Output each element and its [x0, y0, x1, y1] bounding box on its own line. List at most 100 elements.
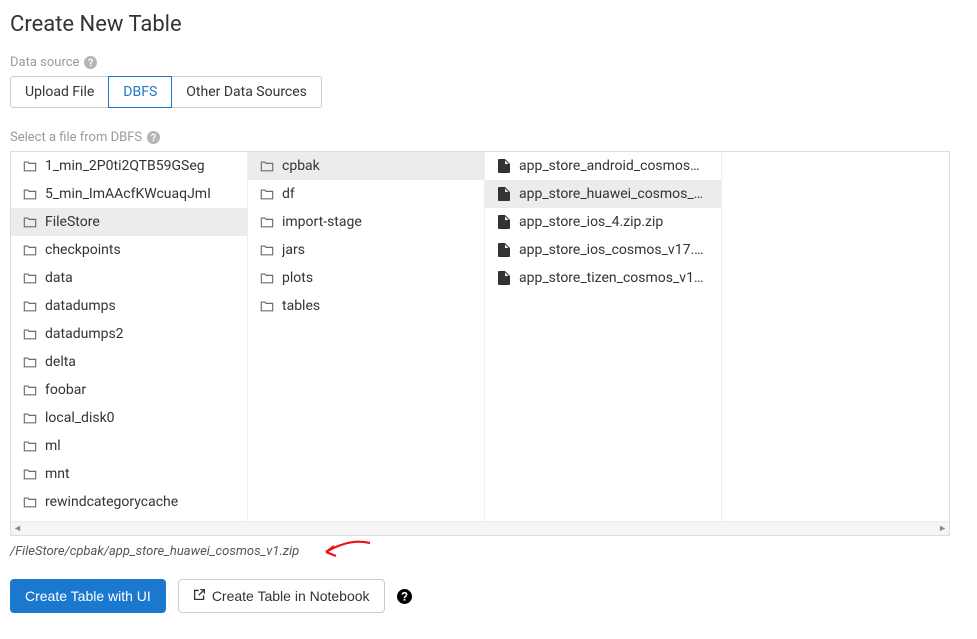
file-icon	[497, 187, 511, 201]
item-name: jars	[282, 242, 305, 258]
folder-icon	[260, 215, 274, 229]
item-name: app_store_android_cosmos…	[519, 158, 700, 174]
folder-icon	[23, 299, 37, 313]
action-row: Create Table with UI Create Table in Not…	[10, 579, 967, 613]
folder-icon	[260, 159, 274, 173]
folder-icon	[260, 243, 274, 257]
item-name: rewindcategorycache	[45, 494, 178, 510]
item-name: local_disk0	[45, 410, 115, 426]
file-item[interactable]: app_store_huawei_cosmos_…	[485, 180, 721, 208]
folder-item[interactable]: cpbak	[248, 152, 484, 180]
file-item[interactable]: app_store_android_cosmos…	[485, 152, 721, 180]
folder-item[interactable]: local_disk0	[11, 404, 247, 432]
file-icon	[497, 159, 511, 173]
folder-item[interactable]: rewindcategorycache	[11, 488, 247, 516]
folder-item[interactable]: mnt	[11, 460, 247, 488]
folder-item[interactable]: datadumps	[11, 292, 247, 320]
folder-icon	[23, 243, 37, 257]
item-name: 1_min_2P0ti2QTB59GSeg	[45, 158, 205, 174]
item-name: data	[45, 270, 73, 286]
dbfs-file-browser: 1_min_2P0ti2QTB59GSeg 5_min_ImAAcfKWcuaqJ…	[10, 151, 950, 536]
item-name: app_store_ios_cosmos_v17.…	[519, 242, 704, 258]
help-icon[interactable]	[397, 588, 413, 604]
scroll-left-icon[interactable]: ◄	[13, 523, 22, 534]
folder-item[interactable]: tables	[248, 292, 484, 320]
browser-column: app_store_android_cosmos… app_store_huawe…	[485, 152, 722, 521]
folder-icon	[260, 271, 274, 285]
folder-icon	[23, 159, 37, 173]
external-link-icon	[193, 588, 206, 604]
file-item[interactable]: app_store_ios_cosmos_v17.…	[485, 236, 721, 264]
help-icon[interactable]	[146, 131, 160, 145]
file-item[interactable]: app_store_tizen_cosmos_v1…	[485, 264, 721, 292]
folder-icon	[23, 383, 37, 397]
item-name: import-stage	[282, 214, 362, 230]
annotation-arrow	[320, 538, 375, 566]
data-source-tabs: Upload FileDBFSOther Data Sources	[10, 76, 967, 108]
folder-icon	[260, 299, 274, 313]
scroll-right-icon[interactable]: ►	[938, 523, 947, 534]
browser-column: 1_min_2P0ti2QTB59GSeg 5_min_ImAAcfKWcuaqJ…	[11, 152, 248, 521]
folder-item[interactable]: FileStore	[11, 208, 247, 236]
data-source-label-row: Data source	[10, 55, 967, 70]
item-name: df	[282, 186, 295, 202]
file-icon	[497, 215, 511, 229]
folder-item[interactable]: plots	[248, 264, 484, 292]
path-text: /FileStore/cpbak/app_store_huawei_cosmos…	[10, 544, 299, 559]
browser-column: cpbak df import-stage jars plots tables	[248, 152, 485, 521]
item-name: app_store_huawei_cosmos_…	[519, 186, 703, 202]
folder-item[interactable]: jars	[248, 236, 484, 264]
folder-icon	[260, 187, 274, 201]
select-file-label: Select a file from DBFS	[10, 130, 142, 145]
folder-item[interactable]: 1_min_2P0ti2QTB59GSeg	[11, 152, 247, 180]
data-source-label: Data source	[10, 55, 79, 70]
folder-item[interactable]: df	[248, 180, 484, 208]
folder-item[interactable]: data	[11, 264, 247, 292]
item-name: delta	[45, 354, 76, 370]
selected-file-path: /FileStore/cpbak/app_store_huawei_cosmos…	[10, 544, 299, 559]
folder-icon	[23, 187, 37, 201]
file-icon	[497, 271, 511, 285]
folder-icon	[23, 495, 37, 509]
folder-icon	[23, 439, 37, 453]
help-icon[interactable]	[83, 56, 97, 70]
item-name: tables	[282, 298, 320, 314]
folder-item[interactable]: spark-dotnet	[11, 516, 247, 521]
create-table-ui-button[interactable]: Create Table with UI	[10, 579, 166, 613]
folder-item[interactable]: ml	[11, 432, 247, 460]
folder-item[interactable]: foobar	[11, 376, 247, 404]
item-name: mnt	[45, 466, 70, 482]
folder-item[interactable]: import-stage	[248, 208, 484, 236]
item-name: app_store_ios_4.zip.zip	[519, 214, 663, 230]
item-name: 5_min_ImAAcfKWcuaqJmI	[45, 186, 211, 202]
folder-icon	[23, 215, 37, 229]
create-table-notebook-button[interactable]: Create Table in Notebook	[178, 579, 385, 613]
tab-upload-file[interactable]: Upload File	[10, 76, 109, 108]
folder-icon	[23, 411, 37, 425]
item-name: datadumps2	[45, 326, 124, 342]
folder-item[interactable]: checkpoints	[11, 236, 247, 264]
file-item[interactable]: app_store_ios_4.zip.zip	[485, 208, 721, 236]
item-name: cpbak	[282, 158, 320, 174]
folder-icon	[23, 355, 37, 369]
folder-item[interactable]: delta	[11, 348, 247, 376]
tab-other-data-sources[interactable]: Other Data Sources	[171, 76, 322, 108]
folder-item[interactable]: datadumps2	[11, 320, 247, 348]
item-name: datadumps	[45, 298, 116, 314]
item-name: checkpoints	[45, 242, 121, 258]
tab-dbfs[interactable]: DBFS	[108, 76, 172, 108]
create-table-notebook-label: Create Table in Notebook	[212, 588, 370, 604]
folder-icon	[23, 467, 37, 481]
file-icon	[497, 243, 511, 257]
folder-icon	[23, 327, 37, 341]
item-name: foobar	[45, 382, 86, 398]
item-name: FileStore	[45, 214, 100, 230]
select-file-label-row: Select a file from DBFS	[10, 130, 967, 145]
item-name: ml	[45, 438, 61, 454]
page-title: Create New Table	[10, 12, 967, 37]
horizontal-scrollbar[interactable]: ◄ ►	[11, 521, 949, 535]
item-name: app_store_tizen_cosmos_v1…	[519, 270, 703, 286]
folder-icon	[23, 271, 37, 285]
item-name: plots	[282, 270, 313, 286]
folder-item[interactable]: 5_min_ImAAcfKWcuaqJmI	[11, 180, 247, 208]
